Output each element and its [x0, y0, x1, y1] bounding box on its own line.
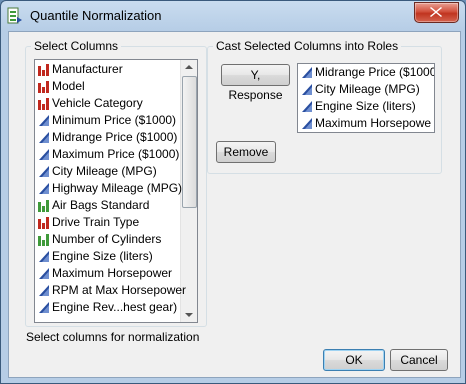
continuous-triangle-icon — [39, 183, 49, 194]
continuous-triangle-icon — [39, 132, 49, 143]
jmp-app-icon — [7, 7, 22, 24]
y-role-column-name: Maximum Horsepowe — [315, 116, 432, 130]
continuous-triangle-icon — [39, 268, 49, 279]
select-columns-group: Select Columns Manufacturer Model Vehicle … — [25, 39, 207, 327]
dialog-window: Quantile Normalization Select Columns Ma… — [0, 0, 466, 384]
close-icon — [430, 7, 442, 17]
scroll-down-arrow-icon[interactable] — [181, 308, 197, 322]
select-columns-label: Select Columns — [31, 39, 122, 53]
y-role-column-name: Engine Size (liters) — [315, 99, 416, 113]
column-name: Maximum Price ($1000) — [52, 147, 180, 161]
remove-button[interactable]: Remove — [216, 141, 276, 163]
y-role-item[interactable]: Maximum Horsepowe — [298, 115, 432, 132]
title-bar[interactable]: Quantile Normalization — [1, 1, 465, 31]
y-role-item[interactable]: Midrange Price ($1000 — [298, 64, 435, 81]
y-role-column-name: Midrange Price ($1000 — [315, 65, 435, 79]
continuous-triangle-icon — [302, 67, 312, 78]
column-name: Drive Train Type — [52, 215, 140, 229]
column-list-item[interactable]: City Mileage (MPG) — [35, 163, 179, 180]
nominal-bar-icon — [38, 64, 49, 76]
y-response-button[interactable]: Y, Response — [221, 64, 290, 102]
column-list-item[interactable]: Minimum Price ($1000) — [35, 112, 179, 129]
column-list-item[interactable]: Air Bags Standard — [35, 197, 179, 214]
column-name: Number of Cylinders — [52, 232, 162, 246]
dialog-body: Select Columns Manufacturer Model Vehicle … — [8, 31, 461, 378]
column-name: Midrange Price ($1000) — [52, 130, 178, 144]
nominal-bar-icon — [38, 217, 49, 229]
cast-roles-group: Cast Selected Columns into Roles Y, Resp… — [207, 39, 442, 174]
column-list-item[interactable]: Vehicle Category — [35, 95, 179, 112]
column-list-item[interactable]: Drive Train Type — [35, 214, 179, 231]
continuous-triangle-icon — [39, 149, 49, 160]
nominal-bar-icon — [38, 81, 49, 93]
ordinal-bar-icon — [38, 234, 49, 246]
continuous-triangle-icon — [302, 101, 312, 112]
scroll-thumb[interactable] — [182, 76, 197, 208]
continuous-triangle-icon — [39, 251, 49, 262]
column-list-item[interactable]: Midrange Price ($1000) — [35, 129, 179, 146]
continuous-triangle-icon — [39, 285, 49, 296]
continuous-triangle-icon — [302, 84, 312, 95]
continuous-triangle-icon — [39, 302, 49, 313]
y-response-listbox[interactable]: Midrange Price ($1000 City Mileage (MPG) E… — [297, 63, 435, 133]
window-title: Quantile Normalization — [30, 8, 162, 23]
column-name: RPM at Max Horsepower — [52, 283, 187, 297]
y-role-item[interactable]: Engine Size (liters) — [298, 98, 432, 115]
y-role-item[interactable]: City Mileage (MPG) — [298, 81, 432, 98]
ok-button[interactable]: OK — [323, 349, 385, 371]
column-name: Vehicle Category — [52, 96, 143, 110]
column-name: Highway Mileage (MPG) — [52, 181, 183, 195]
column-name: Minimum Price ($1000) — [52, 113, 177, 127]
close-button[interactable] — [414, 2, 459, 23]
column-name: Maximum Horsepower — [52, 266, 173, 280]
continuous-triangle-icon — [39, 115, 49, 126]
nominal-bar-icon — [38, 98, 49, 110]
column-listbox[interactable]: Manufacturer Model Vehicle Category Minimum… — [34, 59, 198, 323]
column-list-item[interactable]: Engine Size (liters) — [35, 248, 179, 265]
column-name: Manufacturer — [52, 62, 123, 76]
column-name: City Mileage (MPG) — [52, 164, 157, 178]
column-list-item[interactable]: Number of Cylinders — [35, 231, 179, 248]
scroll-up-arrow-icon[interactable] — [181, 60, 197, 74]
y-role-column-name: City Mileage (MPG) — [315, 82, 420, 96]
column-name: Engine Size (liters) — [52, 249, 153, 263]
column-list-item[interactable]: Maximum Price ($1000) — [35, 146, 179, 163]
column-list-item[interactable]: Engine Rev...hest gear) — [35, 299, 179, 316]
continuous-triangle-icon — [39, 166, 49, 177]
column-list-item[interactable]: Model — [35, 78, 179, 95]
cancel-button[interactable]: Cancel — [390, 349, 448, 371]
column-name: Engine Rev...hest gear) — [52, 300, 178, 314]
column-name: Model — [52, 79, 85, 93]
column-list-item[interactable]: Highway Mileage (MPG) — [35, 180, 183, 197]
continuous-triangle-icon — [302, 118, 312, 129]
column-list-item[interactable]: RPM at Max Horsepower — [35, 282, 186, 299]
column-list-item[interactable]: Maximum Horsepower — [35, 265, 179, 282]
cast-roles-label: Cast Selected Columns into Roles — [213, 39, 402, 53]
ordinal-bar-icon — [38, 200, 49, 212]
status-text: Select columns for normalization — [26, 330, 200, 344]
column-list-item[interactable]: Manufacturer — [35, 61, 179, 78]
column-name: Air Bags Standard — [52, 198, 150, 212]
